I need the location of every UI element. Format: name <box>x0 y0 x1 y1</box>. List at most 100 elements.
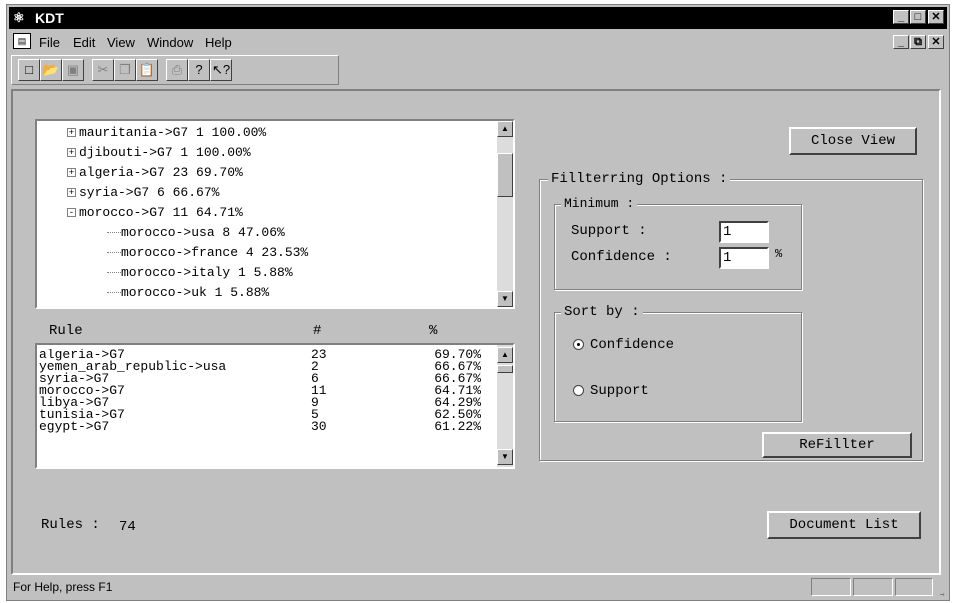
doc-restore-button[interactable]: ⧉ <box>910 35 926 49</box>
sort-by-title: Sort by : <box>561 304 643 320</box>
count-cell: 23 <box>311 349 327 362</box>
tree-item-label: algeria->G7 23 69.70% <box>79 165 243 180</box>
tree-connector <box>107 272 121 274</box>
tree-item-label: djibouti->G7 1 100.00% <box>79 145 251 160</box>
tree-scrollbar[interactable]: ▲ ▼ <box>497 121 513 307</box>
tree-item[interactable]: morocco->uk 1 5.88% <box>107 285 269 300</box>
rules-count-value: 74 <box>119 519 136 535</box>
doc-minimize-button[interactable]: _ <box>893 35 909 49</box>
status-text: For Help, press F1 <box>13 580 113 594</box>
percent-unit: % <box>775 247 783 261</box>
scroll-up-icon[interactable]: ▲ <box>497 347 513 363</box>
close-button[interactable]: ✕ <box>928 10 944 24</box>
scroll-down-icon[interactable]: ▼ <box>497 449 513 465</box>
status-panel <box>853 578 893 596</box>
expand-icon[interactable]: + <box>67 188 76 198</box>
menu-file[interactable]: File <box>39 35 60 50</box>
save-icon[interactable]: ▣ <box>62 59 84 81</box>
tree-item[interactable]: - morocco->G7 11 64.71% <box>67 205 243 220</box>
rules-scrollbar[interactable]: ▲ ▼ <box>497 345 513 467</box>
tree-item[interactable]: morocco->usa 8 47.06% <box>107 225 285 240</box>
kdt-app-icon[interactable]: ⚛ <box>13 10 29 26</box>
rules-list[interactable]: algeria->G7 23 69.70% yemen_arab_republic->… <box>35 343 515 469</box>
expand-icon[interactable]: + <box>67 128 76 138</box>
tree-item-label: morocco->uk 1 5.88% <box>121 285 270 300</box>
tree-item[interactable]: morocco->italy 1 5.88% <box>107 265 293 280</box>
count-cell: 11 <box>311 383 327 398</box>
tree-connector <box>107 252 121 254</box>
tree-item-label: morocco->G7 11 64.71% <box>79 205 243 220</box>
percent-cell: 61.22% <box>434 419 481 434</box>
refilter-button[interactable]: ReFillter <box>762 432 912 458</box>
confidence-field[interactable]: 1 <box>719 247 769 269</box>
collapse-icon[interactable]: - <box>67 208 76 218</box>
tree-item[interactable]: morocco->france 4 23.53% <box>107 245 308 260</box>
context-help-icon[interactable]: ↖? <box>210 59 232 81</box>
radio-selected-icon[interactable] <box>573 338 584 350</box>
copy-icon[interactable]: ❐ <box>114 59 136 81</box>
menu-view[interactable]: View <box>107 35 135 50</box>
paste-icon[interactable]: 📋 <box>136 59 158 81</box>
count-cell: 2 <box>311 359 319 374</box>
filtering-options-group: Fillterring Options : Minimum : Support … <box>539 171 923 461</box>
minimize-button[interactable]: _ <box>893 10 909 24</box>
support-field[interactable]: 1 <box>719 221 769 243</box>
tree-item[interactable]: + algeria->G7 23 69.70% <box>67 165 243 180</box>
menu-help[interactable]: Help <box>205 35 232 50</box>
radio-unselected-icon[interactable] <box>573 384 584 396</box>
expand-icon[interactable]: + <box>67 168 76 178</box>
scroll-thumb[interactable] <box>497 365 513 373</box>
tree-connector <box>107 292 121 294</box>
count-cell: 9 <box>311 395 319 410</box>
table-row[interactable]: egypt->G7 30 61.22% <box>37 419 481 434</box>
tree-item[interactable]: + djibouti->G7 1 100.00% <box>67 145 251 160</box>
count-cell: 30 <box>311 419 327 434</box>
tree-item-label: morocco->usa 8 47.06% <box>121 225 285 240</box>
minimum-group: Minimum : Support : 1 Confidence : 1 % <box>554 196 802 290</box>
close-view-button[interactable]: Close View <box>789 127 917 155</box>
tree-item-label: mauritania->G7 1 100.00% <box>79 125 267 140</box>
status-panel <box>811 578 851 596</box>
rule-column-header[interactable]: Rule <box>49 323 83 339</box>
rule-tree[interactable]: + mauritania->G7 1 100.00% + djibouti->G7 1… <box>35 119 515 309</box>
print-icon[interactable]: ⎙ <box>166 59 188 81</box>
maximize-button[interactable]: □ <box>910 10 926 24</box>
doc-close-button[interactable]: ✕ <box>928 35 944 49</box>
scroll-down-icon[interactable]: ▼ <box>497 291 513 307</box>
document-icon[interactable]: ▤ <box>13 33 31 49</box>
count-column-header[interactable]: # <box>313 323 321 339</box>
rules-count-label: Rules : <box>41 517 100 533</box>
cut-icon[interactable]: ✂ <box>92 59 114 81</box>
menu-bar: ▤ File Edit View Window Help _ ⧉ ✕ <box>9 31 947 53</box>
tree-item[interactable]: + syria->G7 6 66.67% <box>67 185 219 200</box>
scroll-thumb[interactable] <box>497 153 513 197</box>
help-icon[interactable]: ? <box>188 59 210 81</box>
open-icon[interactable]: 📂 <box>40 59 62 81</box>
sort-by-group: Sort by : Confidence Support <box>554 304 802 422</box>
tree-item-label: morocco->france 4 23.53% <box>121 245 309 260</box>
toolbar: □ 📂 ▣ ✂ ❐ 📋 ⎙ ? ↖? <box>11 55 339 85</box>
sort-support-radio[interactable]: Support <box>573 383 649 399</box>
confidence-label: Confidence : <box>571 249 672 265</box>
status-bar: For Help, press F1 ⃯ <box>9 576 947 598</box>
tree-item-label: syria->G7 6 66.67% <box>79 185 220 200</box>
tree-item[interactable]: + mauritania->G7 1 100.00% <box>67 125 266 140</box>
title-bar[interactable]: ⚛ KDT _ □ ✕ <box>9 7 947 29</box>
rule-cell: egypt->G7 <box>39 419 110 434</box>
kdt-window: ⚛ KDT _ □ ✕ ▤ File Edit View Window Help… <box>6 4 950 601</box>
scroll-up-icon[interactable]: ▲ <box>497 121 513 137</box>
status-panel <box>895 578 933 596</box>
sort-confidence-label: Confidence <box>590 337 675 353</box>
support-label: Support : <box>571 223 647 239</box>
menu-edit[interactable]: Edit <box>73 35 95 50</box>
minimum-title: Minimum : <box>561 196 638 211</box>
percent-column-header[interactable]: % <box>429 323 437 339</box>
menu-window[interactable]: Window <box>147 35 193 50</box>
expand-icon[interactable]: + <box>67 148 76 158</box>
sort-confidence-radio[interactable]: Confidence <box>573 337 674 353</box>
document-view: + mauritania->G7 1 100.00% + djibouti->G7 1… <box>11 89 941 575</box>
filtering-options-title: Fillterring Options : <box>548 171 731 187</box>
document-list-button[interactable]: Document List <box>767 511 921 539</box>
tree-item-label: morocco->italy 1 5.88% <box>121 265 293 280</box>
new-icon[interactable]: □ <box>18 59 40 81</box>
